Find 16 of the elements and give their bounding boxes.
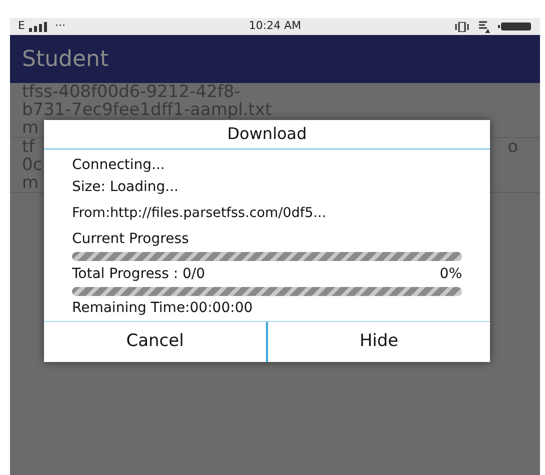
progress-percent: 0% [440, 265, 462, 283]
battery-icon [498, 22, 532, 31]
more-indicator: ··· [54, 18, 66, 34]
network-type: E [18, 18, 25, 34]
source-url: From:http://files.parsetfss.com/0df5... [72, 204, 326, 222]
status-text: Connecting... [72, 156, 165, 174]
remaining-time: Remaining Time:00:00:00 [72, 299, 253, 317]
data-icon [478, 20, 490, 32]
clock: 10:24 AM [248, 18, 302, 34]
progress-label: Current Progress [72, 230, 189, 248]
app-title: Student [22, 46, 109, 74]
dialog-button[interactable]: Hide [266, 322, 490, 362]
dialog-button[interactable]: Cancel [44, 322, 266, 362]
progress-label: Total Progress : 0/0 [72, 265, 206, 283]
vibrate-icon [454, 22, 470, 32]
size-text: Size: Loading... [72, 178, 178, 196]
